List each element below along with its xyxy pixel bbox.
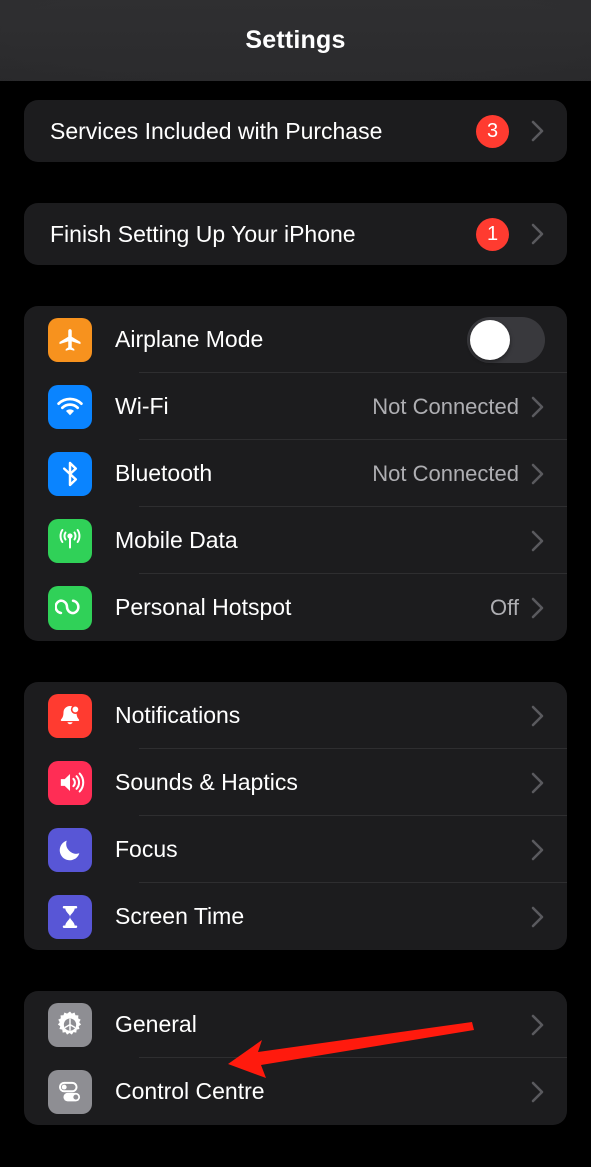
row-value: Not Connected <box>372 393 519 419</box>
status-badge: 1 <box>476 217 509 251</box>
row-sounds-haptics[interactable]: Sounds & Haptics <box>24 749 567 816</box>
row-label: Personal Hotspot <box>115 594 292 620</box>
hourglass-icon <box>48 894 92 939</box>
row-screen-time[interactable]: Screen Time <box>24 883 567 950</box>
chevron-right-icon <box>531 529 545 553</box>
section-connectivity: Airplane Mode Wi-Fi Not Connected Blueto… <box>24 306 567 641</box>
row-finish-setting-up[interactable]: Finish Setting Up Your iPhone 1 <box>24 203 567 265</box>
row-value: Not Connected <box>372 460 519 486</box>
row-label: Wi-Fi <box>115 393 169 419</box>
bell-icon <box>48 693 92 738</box>
chevron-right-icon <box>531 1080 545 1104</box>
row-wifi[interactable]: Wi-Fi Not Connected <box>24 373 567 440</box>
chevron-right-icon <box>531 1013 545 1037</box>
row-label: Focus <box>115 836 178 862</box>
section-promos: Services Included with Purchase 3 <box>24 100 567 162</box>
row-services-included[interactable]: Services Included with Purchase 3 <box>24 100 567 162</box>
section-alerts: Notifications Sounds & Haptics Focus Scr… <box>24 682 567 950</box>
row-general[interactable]: General <box>24 991 567 1058</box>
row-label: Airplane Mode <box>115 326 264 352</box>
row-mobile-data[interactable]: Mobile Data <box>24 507 567 574</box>
mobile-data-icon <box>48 518 92 563</box>
row-label: General <box>115 1011 197 1037</box>
chevron-right-icon <box>531 395 545 419</box>
chevron-right-icon <box>531 838 545 862</box>
chevron-right-icon <box>531 119 545 143</box>
moon-icon <box>48 827 92 872</box>
chevron-right-icon <box>531 462 545 486</box>
row-bluetooth[interactable]: Bluetooth Not Connected <box>24 440 567 507</box>
chevron-right-icon <box>531 596 545 620</box>
settings-screen: Settings Services Included with Purchase… <box>0 0 591 1167</box>
chevron-right-icon <box>531 222 545 246</box>
row-label: Screen Time <box>115 903 245 929</box>
row-label: Sounds & Haptics <box>115 769 298 795</box>
airplane-mode-toggle[interactable] <box>467 316 545 363</box>
toggle-knob <box>470 319 510 360</box>
row-label: Finish Setting Up Your iPhone <box>50 220 356 247</box>
settings-list: Services Included with Purchase 3 Finish… <box>0 81 591 1125</box>
wifi-icon <box>48 384 92 429</box>
row-notifications[interactable]: Notifications <box>24 682 567 749</box>
gear-icon <box>48 1002 92 1047</box>
row-label: Control Centre <box>115 1078 265 1104</box>
row-label: Notifications <box>115 702 241 728</box>
bluetooth-icon <box>48 451 92 496</box>
row-value: Off <box>490 594 519 620</box>
row-label: Bluetooth <box>115 460 213 486</box>
row-control-centre[interactable]: Control Centre <box>24 1058 567 1125</box>
section-setup: Finish Setting Up Your iPhone 1 <box>24 203 567 265</box>
row-focus[interactable]: Focus <box>24 816 567 883</box>
row-label: Mobile Data <box>115 527 238 553</box>
hotspot-icon <box>48 585 92 630</box>
row-airplane-mode[interactable]: Airplane Mode <box>24 306 567 373</box>
nav-bar: Settings <box>0 0 591 81</box>
chevron-right-icon <box>531 905 545 929</box>
airplane-icon <box>48 317 92 362</box>
status-badge: 3 <box>476 114 509 148</box>
row-label: Services Included with Purchase <box>50 117 383 144</box>
speaker-icon <box>48 760 92 805</box>
chevron-right-icon <box>531 704 545 728</box>
page-title: Settings <box>245 26 346 54</box>
chevron-right-icon <box>531 771 545 795</box>
section-system: General Control Centre <box>24 991 567 1125</box>
control-centre-icon <box>48 1069 92 1114</box>
row-personal-hotspot[interactable]: Personal Hotspot Off <box>24 574 567 641</box>
